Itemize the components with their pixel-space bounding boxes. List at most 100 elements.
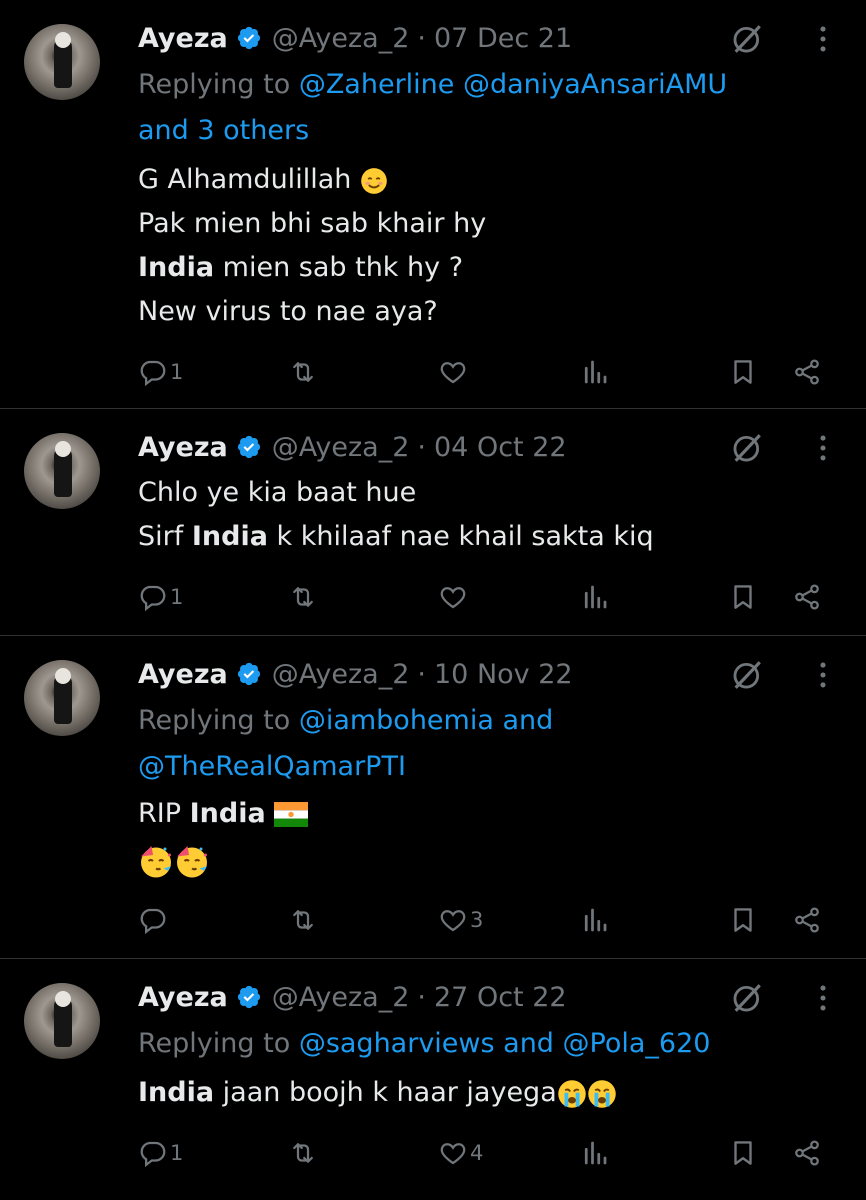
- reply-and: and: [493, 705, 554, 736]
- avatar[interactable]: [24, 24, 100, 100]
- retweet-icon: [288, 357, 318, 387]
- more-options-icon[interactable]: [806, 22, 840, 56]
- retweet-button[interactable]: [288, 577, 318, 617]
- retweet-button[interactable]: [288, 1133, 318, 1173]
- author-name[interactable]: Ayeza: [138, 23, 228, 54]
- reply-icon: [138, 357, 168, 387]
- like-button[interactable]: 3: [438, 900, 483, 940]
- partying-face-emoji: [174, 843, 210, 879]
- author-name[interactable]: Ayeza: [138, 659, 228, 690]
- reply-mention[interactable]: @sagharviews: [299, 1028, 495, 1059]
- bookmark-button[interactable]: [728, 1133, 758, 1173]
- author-handle[interactable]: @Ayeza_2: [272, 659, 410, 690]
- bookmark-icon: [728, 357, 758, 387]
- reply-mention[interactable]: @iambohemia: [299, 705, 494, 736]
- reply-mentions[interactable]: @Zaherline @daniyaAnsariAMU: [299, 69, 727, 100]
- like-button[interactable]: [438, 577, 468, 617]
- bookmark-icon: [728, 905, 758, 935]
- share-button[interactable]: [792, 1133, 822, 1173]
- bookmark-button[interactable]: [728, 577, 758, 617]
- reply-button[interactable]: 1: [138, 577, 183, 617]
- tweet-text: India jaan boojh k haar jayega: [138, 1071, 838, 1115]
- verified-badge-icon: [236, 984, 262, 1010]
- heart-icon: [438, 905, 468, 935]
- reply-button[interactable]: 1: [138, 1133, 183, 1173]
- tweet-keyword: India: [138, 252, 215, 283]
- more-options-icon[interactable]: [806, 431, 840, 465]
- tweet-1[interactable]: Ayeza @Ayeza_2 · 07 Dec 21 Replying to @…: [0, 0, 866, 408]
- author-handle[interactable]: @Ayeza_2: [272, 432, 410, 463]
- share-button[interactable]: [792, 577, 822, 617]
- author-name[interactable]: Ayeza: [138, 982, 228, 1013]
- reply-count: 1: [170, 585, 184, 609]
- grok-icon[interactable]: [730, 981, 764, 1015]
- reply-button[interactable]: 1: [138, 352, 183, 392]
- share-icon: [792, 582, 822, 612]
- more-options-icon[interactable]: [806, 658, 840, 692]
- partying-face-emoji: [138, 843, 174, 879]
- heart-icon: [438, 582, 468, 612]
- views-button[interactable]: [580, 1133, 610, 1173]
- tweet-line: mien sab thk hy ?: [214, 252, 464, 283]
- grok-icon[interactable]: [730, 431, 764, 465]
- smiling-face-emoji: [360, 167, 388, 195]
- bookmark-button[interactable]: [728, 900, 758, 940]
- loudly-crying-face-emoji: [557, 1079, 587, 1109]
- grok-icon[interactable]: [730, 658, 764, 692]
- reply-count: 1: [170, 1141, 184, 1165]
- reply-others-link[interactable]: and 3 others: [138, 115, 309, 146]
- views-button[interactable]: [580, 352, 610, 392]
- reply-mention-2[interactable]: @Pola_620: [563, 1028, 711, 1059]
- retweet-button[interactable]: [288, 352, 318, 392]
- action-bar: 1: [0, 352, 866, 392]
- replying-to: Replying to @iambohemia and @TheRealQama…: [138, 698, 838, 790]
- author-handle[interactable]: @Ayeza_2: [272, 23, 410, 54]
- verified-badge-icon: [236, 25, 262, 51]
- views-button[interactable]: [580, 900, 610, 940]
- tweet-keyword: India: [189, 798, 266, 829]
- retweet-icon: [288, 582, 318, 612]
- tweet-date[interactable]: 10 Nov 22: [434, 659, 573, 690]
- reply-button[interactable]: [138, 900, 168, 940]
- tweet-4[interactable]: Ayeza @Ayeza_2 · 27 Oct 22 Replying to @…: [0, 959, 866, 1200]
- share-button[interactable]: [792, 352, 822, 392]
- avatar[interactable]: [24, 983, 100, 1059]
- tweet-line: k khilaaf nae khail sakta kiq: [267, 521, 654, 552]
- like-button[interactable]: [438, 352, 468, 392]
- heart-icon: [438, 357, 468, 387]
- like-button[interactable]: 4: [438, 1133, 483, 1173]
- tweet-date[interactable]: 07 Dec 21: [434, 23, 572, 54]
- replying-to-label: Replying to: [138, 69, 299, 100]
- bookmark-button[interactable]: [728, 352, 758, 392]
- share-icon: [792, 905, 822, 935]
- reply-and: and: [494, 1028, 563, 1059]
- more-options-icon[interactable]: [806, 981, 840, 1015]
- avatar[interactable]: [24, 433, 100, 509]
- reply-icon: [138, 582, 168, 612]
- share-button[interactable]: [792, 900, 822, 940]
- replying-to: Replying to @Zaherline @daniyaAnsariAMU …: [138, 62, 838, 154]
- tweet-date[interactable]: 27 Oct 22: [434, 982, 567, 1013]
- views-button[interactable]: [580, 577, 610, 617]
- flag-icon: [274, 802, 308, 827]
- author-handle[interactable]: @Ayeza_2: [272, 982, 410, 1013]
- tweet-3[interactable]: Ayeza @Ayeza_2 · 10 Nov 22 Replying to @…: [0, 636, 866, 958]
- retweet-button[interactable]: [288, 900, 318, 940]
- like-count: 3: [470, 908, 484, 932]
- views-icon: [580, 905, 610, 935]
- separator-dot: ·: [417, 431, 426, 463]
- views-icon: [580, 582, 610, 612]
- tweet-keyword: India: [138, 1077, 215, 1108]
- replying-to-label: Replying to: [138, 1028, 299, 1059]
- grok-icon[interactable]: [730, 22, 764, 56]
- reply-mention-2[interactable]: @TheRealQamarPTI: [138, 751, 406, 782]
- retweet-icon: [288, 905, 318, 935]
- views-icon: [580, 1138, 610, 1168]
- tweet-2[interactable]: Ayeza @Ayeza_2 · 04 Oct 22 Chlo ye kia b…: [0, 409, 866, 635]
- avatar[interactable]: [24, 660, 100, 736]
- replying-to: Replying to @sagharviews and @Pola_620: [138, 1021, 838, 1067]
- author-name[interactable]: Ayeza: [138, 432, 228, 463]
- tweet-keyword: India: [191, 521, 268, 552]
- tweet-date[interactable]: 04 Oct 22: [434, 432, 567, 463]
- share-icon: [792, 1138, 822, 1168]
